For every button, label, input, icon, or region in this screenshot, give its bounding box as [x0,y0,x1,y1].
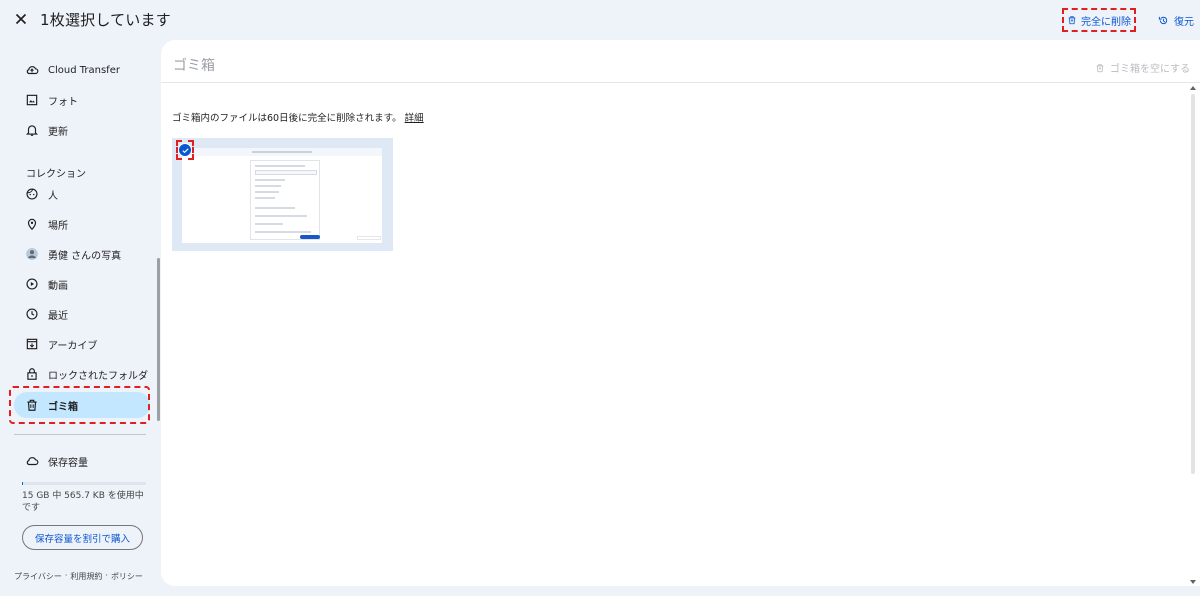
footer-links: プライバシー · 利用規約 · ポリシー [14,571,143,582]
main-panel: ゴミ箱 ゴミ箱を空にする ゴミ箱内のファイルは60日後に完全に削除されます。 詳細 [161,40,1200,586]
sidebar-item-label: 更新 [48,126,68,138]
thumbnail-detail [255,215,307,217]
footer-separator: · [64,571,68,580]
sidebar-item-label: 場所 [48,220,68,232]
scroll-up-arrow-icon[interactable] [1190,86,1196,90]
collections-heading: コレクション [26,169,86,180]
privacy-link[interactable]: プライバシー [14,571,62,582]
thumbnail-detail [255,170,317,175]
sidebar-item-storage[interactable]: 保存容量 [14,448,150,474]
restore-label: 復元 [1174,17,1194,28]
bell-icon [25,123,39,137]
photo-icon [25,93,39,107]
thumbnail-detail [255,191,279,193]
thumbnail-detail [255,207,295,209]
scrollbar-thumb[interactable] [1191,94,1195,474]
trash-retention-notice: ゴミ箱内のファイルは60日後に完全に削除されます。 詳細 [172,110,424,124]
sidebar-item-label: 保存容量 [48,457,88,469]
storage-usage-fill [22,482,24,485]
play-circle-icon [25,277,39,291]
sidebar-item-photos[interactable]: フォト [14,87,150,113]
sidebar: Cloud Transfer フォト 更新 コレクション 人 場所 勇健 さんの… [0,40,160,596]
sidebar-item-places[interactable]: 場所 [14,211,150,237]
thumbnail-detail [255,179,285,181]
sidebar-item-label: アーカイブ [48,340,98,352]
check-icon [181,147,189,153]
face-icon [25,187,39,201]
delete-forever-icon [1068,16,1076,25]
cloud-icon [25,454,39,468]
thumbnail-detail [255,231,311,233]
thumbnail-detail [255,197,275,199]
photo-thumbnail [182,148,382,243]
empty-trash-label: ゴミ箱を空にする [1110,64,1191,75]
thumbnail-detail [250,160,320,240]
sidebar-divider [14,434,146,435]
sidebar-item-locked-folder[interactable]: ロックされたフォルダ [14,361,150,387]
sidebar-item-label: 最近 [48,310,68,322]
sidebar-item-label: Cloud Transfer [48,64,120,76]
scroll-down-arrow-icon[interactable] [1190,580,1196,584]
terms-link[interactable]: 利用規約 [70,571,102,582]
selection-count-title: 1枚選択しています [40,11,171,29]
footer-separator: · [105,571,108,580]
cloud-upload-icon [25,63,39,77]
sidebar-item-shared-photos[interactable]: 勇健 さんの写真 [14,241,150,267]
sidebar-item-label: 動画 [48,280,68,292]
close-selection-button[interactable] [12,10,30,28]
selection-checkbox[interactable] [178,143,192,157]
sidebar-scrollbar[interactable] [157,258,160,421]
close-icon [15,13,27,25]
top-bar: 1枚選択しています 完全に削除 復元 [0,0,1200,40]
sidebar-item-people[interactable]: 人 [14,181,150,207]
sidebar-item-updates[interactable]: 更新 [14,117,150,143]
main-scrollbar[interactable] [1188,84,1198,586]
empty-trash-button[interactable]: ゴミ箱を空にする [1095,60,1190,75]
sidebar-item-label: 勇健 さんの写真 [48,250,122,262]
location-pin-icon [25,217,39,231]
details-link[interactable]: 詳細 [405,113,424,124]
permanent-delete-label: 完全に削除 [1081,16,1131,28]
trash-photo-tile[interactable] [172,138,393,251]
thumbnail-detail [255,185,281,187]
thumbnail-detail [252,151,312,153]
archive-icon [25,337,39,351]
sidebar-item-cloud-transfer[interactable]: Cloud Transfer [14,57,150,83]
sidebar-item-label: フォト [48,96,78,108]
thumbnail-detail [255,165,305,167]
permanent-delete-button[interactable]: 完全に削除 [1062,8,1136,32]
sidebar-item-videos[interactable]: 動画 [14,271,150,297]
sidebar-item-archive[interactable]: アーカイブ [14,331,150,357]
storage-usage-bar [22,482,146,485]
thumbnail-detail [300,235,320,239]
page-title: ゴミ箱 [173,58,215,74]
trash-highlight-annotation [9,386,150,424]
clock-icon [25,307,39,321]
main-header: ゴミ箱 ゴミ箱を空にする [161,40,1200,83]
delete-forever-icon [1096,63,1104,72]
buy-storage-button[interactable]: 保存容量を割引で購入 [22,525,143,550]
sidebar-item-label: 人 [48,190,58,202]
notice-text: ゴミ箱内のファイルは60日後に完全に削除されます。 [172,113,402,124]
thumbnail-detail [255,223,283,225]
thumbnail-detail [357,236,381,240]
lock-icon [25,367,39,381]
restore-button[interactable]: 復元 [1158,13,1194,28]
restore-icon [1158,16,1168,25]
storage-usage-text: 15 GB 中 565.7 KB を使用中です [22,491,144,513]
sidebar-item-label: ロックされたフォルダ [48,370,148,382]
sidebar-item-recent[interactable]: 最近 [14,301,150,327]
policy-link[interactable]: ポリシー [111,571,143,582]
shared-avatar-icon [25,247,39,261]
